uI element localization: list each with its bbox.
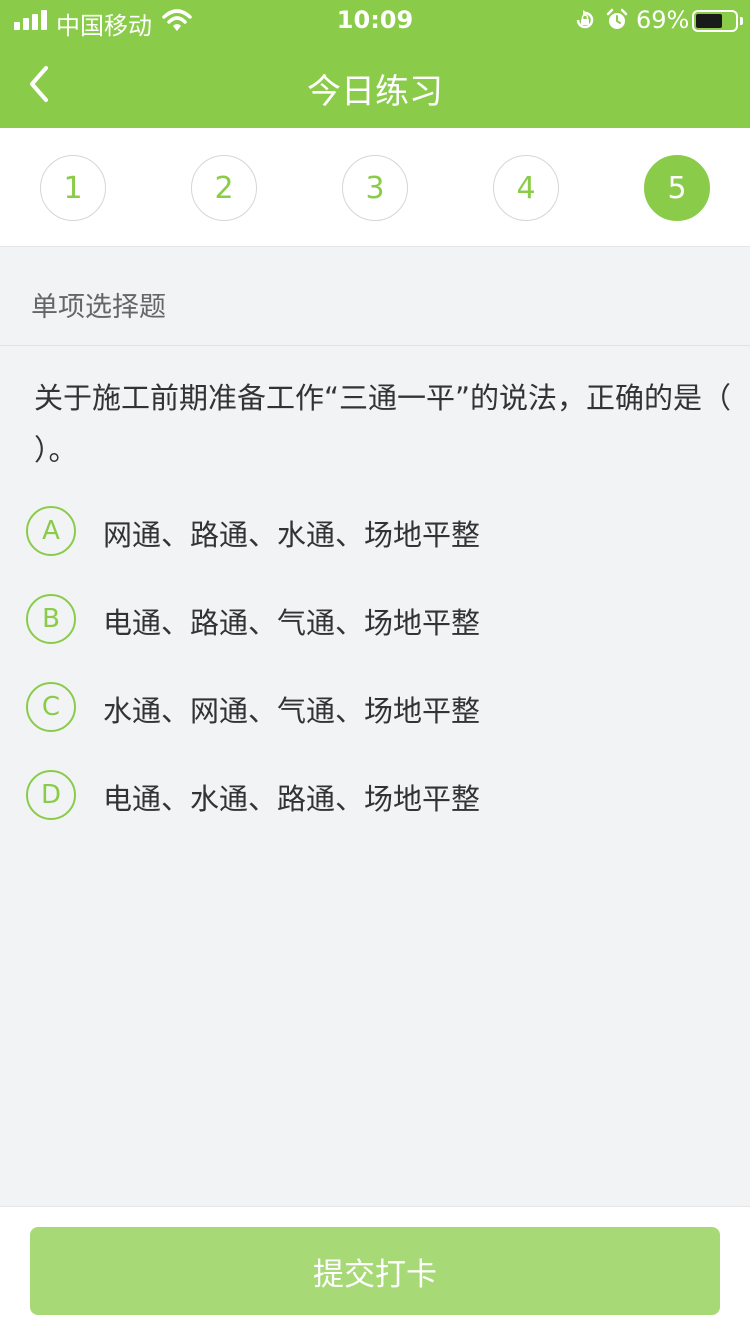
question-navigator: 1 2 3 4 5 (0, 128, 750, 247)
alarm-icon (606, 8, 628, 29)
battery-level (696, 14, 722, 28)
question-type-label: 单项选择题 (0, 248, 750, 346)
status-bar: 中国移动 10:09 69% (0, 0, 750, 40)
orientation-lock-icon (576, 10, 594, 29)
option-c[interactable]: C 水通、网通、气通、场地平整 (26, 682, 726, 732)
page-title: 今日练习 (307, 72, 443, 112)
question-nav-item-2[interactable]: 2 (191, 155, 257, 221)
question-nav-item-5[interactable]: 5 (644, 155, 710, 221)
option-text: 电通、路通、气通、场地平整 (103, 606, 481, 640)
option-letter: B (26, 594, 76, 644)
battery-icon (692, 10, 743, 32)
battery-percent: 69% (636, 6, 690, 34)
option-letter: C (26, 682, 76, 732)
option-text: 电通、水通、路通、场地平整 (103, 782, 481, 816)
option-text: 网通、路通、水通、场地平整 (103, 518, 481, 552)
submit-checkin-button[interactable]: 提交打卡 (30, 1227, 720, 1315)
option-d[interactable]: D 电通、水通、路通、场地平整 (26, 770, 726, 820)
option-letter: A (26, 506, 76, 556)
question-nav-item-4[interactable]: 4 (493, 155, 559, 221)
question-nav-item-3[interactable]: 3 (342, 155, 408, 221)
option-b[interactable]: B 电通、路通、气通、场地平整 (26, 594, 726, 644)
option-letter: D (26, 770, 76, 820)
question-nav-item-1[interactable]: 1 (40, 155, 106, 221)
question-text: 关于施工前期准备工作“三通一平”的说法，正确的是（ ）。 (34, 381, 732, 467)
app-header: 中国移动 10:09 69% 今日练习 (0, 0, 750, 128)
option-a[interactable]: A 网通、路通、水通、场地平整 (26, 506, 726, 556)
footer-bar: 提交打卡 (0, 1206, 750, 1334)
option-text: 水通、网通、气通、场地平整 (103, 694, 481, 728)
